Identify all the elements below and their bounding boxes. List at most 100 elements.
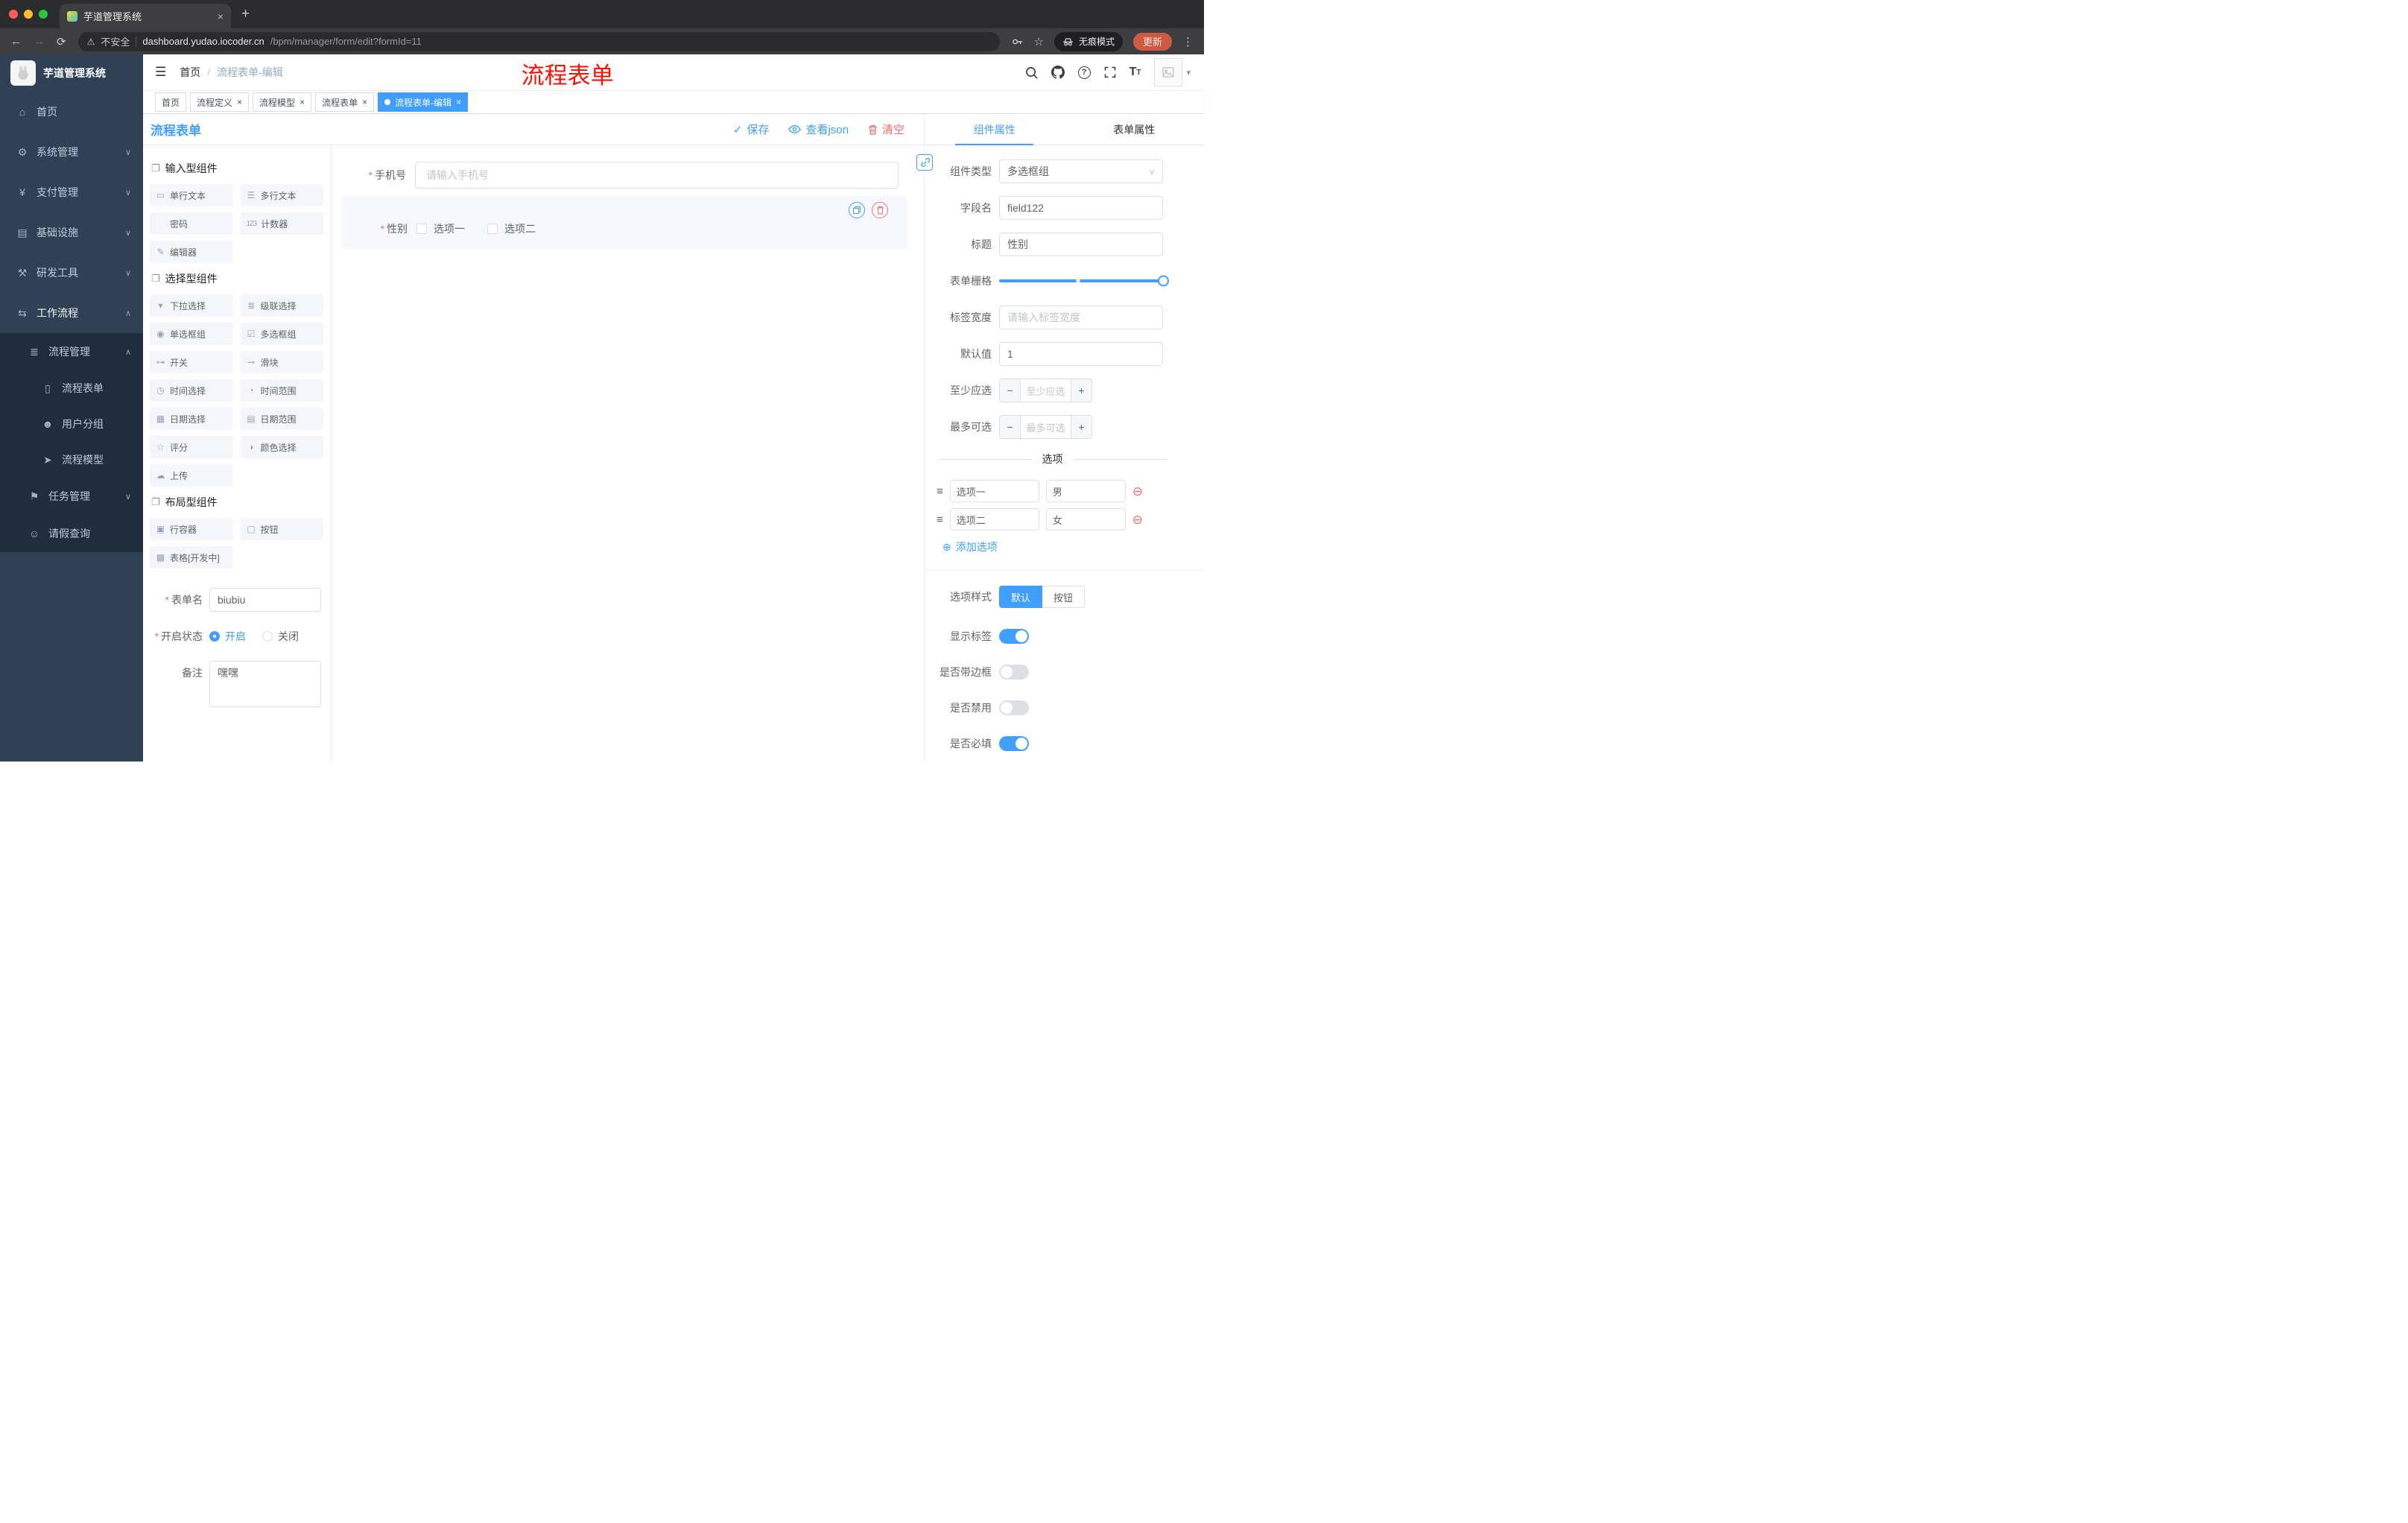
- copy-field-button[interactable]: [849, 202, 865, 218]
- palette-component-textarea[interactable]: ☰ 多行文本: [240, 184, 323, 206]
- back-icon[interactable]: ←: [10, 35, 22, 48]
- show-label-switch[interactable]: [999, 629, 1029, 644]
- tag-process-form-edit[interactable]: 流程表单-编辑 ×: [378, 92, 469, 112]
- search-icon[interactable]: [1025, 66, 1038, 79]
- sidebar-item-leave-query[interactable]: ☺ 请假查询: [0, 515, 143, 552]
- remove-option-icon[interactable]: ⊖: [1132, 485, 1143, 498]
- forward-icon[interactable]: →: [34, 35, 45, 48]
- bookmark-star-icon[interactable]: ☆: [1034, 35, 1044, 48]
- sidebar-item-devtools[interactable]: ⚒ 研发工具 ∨: [0, 253, 143, 293]
- option-value-input[interactable]: [1045, 480, 1126, 502]
- palette-component-single-text[interactable]: ▭ 单行文本: [150, 184, 233, 206]
- status-off-radio[interactable]: 关闭: [262, 629, 299, 644]
- disabled-switch[interactable]: [999, 700, 1029, 715]
- close-icon[interactable]: ×: [300, 97, 305, 107]
- plus-button[interactable]: +: [1071, 416, 1091, 438]
- close-window-button[interactable]: [9, 10, 18, 19]
- sidebar-item-system[interactable]: ⚙ 系统管理 ∨: [0, 132, 143, 172]
- drag-handle-icon[interactable]: ≡: [937, 485, 943, 498]
- minus-button[interactable]: −: [1000, 379, 1021, 402]
- style-button-button[interactable]: 按钮: [1042, 586, 1086, 608]
- remove-option-icon[interactable]: ⊖: [1132, 513, 1143, 526]
- new-tab-button[interactable]: +: [241, 6, 250, 22]
- sidebar-item-process-management[interactable]: ≣ 流程管理 ∧: [0, 333, 143, 370]
- github-icon[interactable]: [1051, 66, 1065, 79]
- palette-component-time-range[interactable]: ◔ 时间范围: [240, 379, 323, 402]
- palette-component-button[interactable]: ▢ 按钮: [240, 518, 323, 540]
- minus-button[interactable]: −: [1000, 416, 1021, 438]
- tag-process-definition[interactable]: 流程定义 ×: [190, 92, 250, 112]
- add-option-button[interactable]: ⊕ 添加选项: [942, 539, 1204, 554]
- palette-component-editor[interactable]: ✎ 编辑器: [150, 241, 233, 263]
- form-grid-slider[interactable]: [999, 269, 1169, 293]
- zoom-window-button[interactable]: [39, 10, 48, 19]
- palette-component-radio-group[interactable]: ◉ 单选框组: [150, 323, 233, 345]
- clear-button[interactable]: 清空: [868, 121, 904, 137]
- palette-component-time-picker[interactable]: ◷ 时间选择: [150, 379, 233, 402]
- slider-handle[interactable]: [1158, 275, 1169, 287]
- palette-component-checkbox-group[interactable]: ☑ 多选框组: [240, 323, 323, 345]
- option-value-input[interactable]: [1045, 508, 1126, 531]
- phone-input[interactable]: [415, 162, 899, 189]
- sidebar-item-workflow[interactable]: ⇆ 工作流程 ∧: [0, 293, 143, 333]
- address-bar[interactable]: ⚠ 不安全 dashboard.yudao.iocoder.cn/bpm/man…: [77, 31, 1000, 51]
- drag-handle-icon[interactable]: ≡: [937, 513, 943, 526]
- help-icon[interactable]: ?: [1077, 66, 1091, 79]
- tab-form-props[interactable]: 表单属性: [1065, 114, 1205, 145]
- canvas-field-gender-selected[interactable]: * 性别 选项一 选项二: [342, 196, 907, 249]
- view-json-button[interactable]: 查看json: [788, 121, 849, 137]
- sidebar-item-payment[interactable]: ¥ 支付管理 ∨: [0, 172, 143, 212]
- save-button[interactable]: ✓ 保存: [733, 121, 770, 137]
- reload-icon[interactable]: ⟳: [57, 35, 66, 48]
- minimize-window-button[interactable]: [24, 10, 33, 19]
- title-input[interactable]: [999, 232, 1163, 256]
- option-label-input[interactable]: [949, 508, 1039, 531]
- field-name-input[interactable]: [999, 196, 1163, 220]
- tag-process-form[interactable]: 流程表单 ×: [315, 92, 375, 112]
- form-canvas[interactable]: * 手机号 请输入手机号 * 性别 选项一 选项二: [332, 145, 924, 762]
- palette-component-color-picker[interactable]: ◑ 颜色选择: [240, 436, 323, 458]
- close-icon[interactable]: ×: [362, 97, 367, 107]
- close-icon[interactable]: ×: [456, 97, 461, 107]
- browser-menu-icon[interactable]: ⋮: [1182, 35, 1194, 48]
- fullscreen-icon[interactable]: [1104, 66, 1116, 78]
- sidebar-item-task-management[interactable]: ⚑ 任务管理 ∨: [0, 478, 143, 515]
- palette-component-rate[interactable]: ☆ 评分: [150, 436, 233, 458]
- style-default-button[interactable]: 默认: [999, 586, 1043, 608]
- palette-component-cascader[interactable]: ≣ 级联选择: [240, 294, 323, 317]
- delete-field-button[interactable]: [872, 202, 888, 218]
- tag-process-model[interactable]: 流程模型 ×: [253, 92, 312, 112]
- sidebar-item-process-form[interactable]: ▯ 流程表单: [0, 370, 143, 406]
- plus-button[interactable]: +: [1071, 379, 1091, 402]
- sidebar-toggle-icon[interactable]: ☰: [155, 65, 166, 80]
- user-menu[interactable]: ▾: [1154, 58, 1191, 86]
- sidebar-item-user-group[interactable]: ☻ 用户分组: [0, 406, 143, 442]
- font-size-icon[interactable]: TT: [1129, 66, 1141, 79]
- palette-component-upload[interactable]: ☁ 上传: [150, 464, 233, 487]
- palette-component-select[interactable]: ▾ 下拉选择: [150, 294, 233, 317]
- required-switch[interactable]: [999, 736, 1029, 751]
- default-value-input[interactable]: [999, 342, 1163, 366]
- max-select-input[interactable]: 最多可选: [1021, 416, 1071, 438]
- browser-update-button[interactable]: 更新: [1132, 32, 1172, 51]
- label-width-input[interactable]: [999, 305, 1163, 329]
- palette-component-date-range[interactable]: ▤ 日期范围: [240, 408, 323, 430]
- component-type-select[interactable]: 多选框组 ∨: [999, 159, 1163, 183]
- palette-component-counter[interactable]: 123 计数器: [240, 212, 323, 235]
- tab-close-icon[interactable]: ×: [218, 10, 224, 22]
- form-name-input[interactable]: [209, 588, 321, 612]
- close-icon[interactable]: ×: [237, 97, 242, 107]
- status-on-radio[interactable]: 开启: [209, 629, 246, 644]
- password-key-icon[interactable]: [1012, 36, 1024, 48]
- sidebar-item-home[interactable]: ⌂ 首页: [0, 92, 143, 132]
- form-remark-textarea[interactable]: 嘿嘿: [209, 661, 321, 707]
- tag-home[interactable]: 首页: [155, 92, 187, 112]
- sidebar-item-process-model[interactable]: ➤ 流程模型: [0, 442, 143, 478]
- sidebar-item-infrastructure[interactable]: ▤ 基础设施 ∨: [0, 212, 143, 253]
- palette-component-row-container[interactable]: ▣ 行容器: [150, 518, 233, 540]
- browser-tab[interactable]: 芋道管理系统 ×: [60, 4, 231, 28]
- breadcrumb-home[interactable]: 首页: [180, 65, 200, 80]
- min-select-input[interactable]: 至少应选: [1021, 379, 1071, 402]
- gender-option1-checkbox[interactable]: 选项一: [416, 221, 465, 236]
- link-icon[interactable]: [916, 154, 933, 171]
